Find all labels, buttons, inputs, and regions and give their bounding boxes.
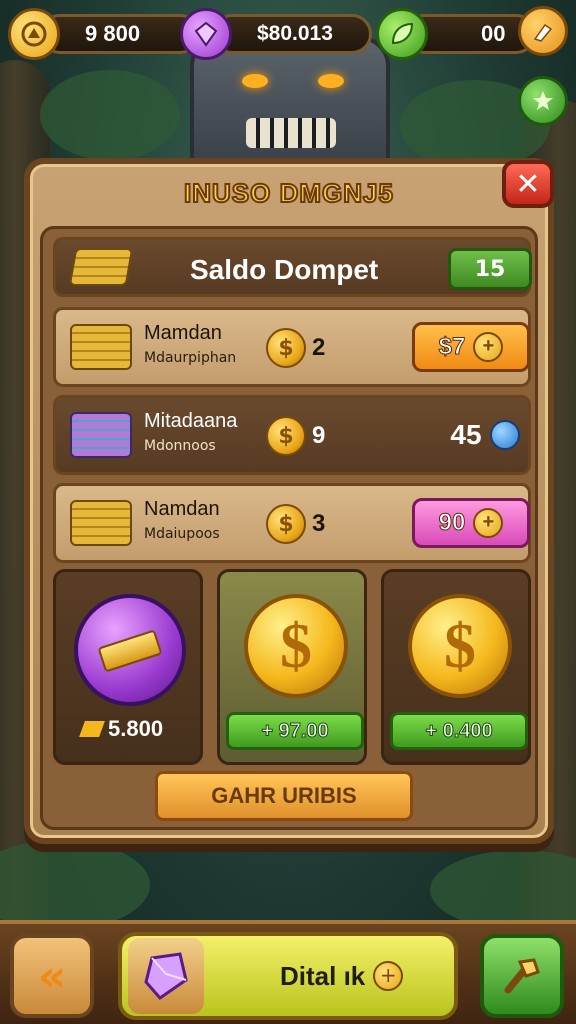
offer-amount: 5.800	[79, 716, 164, 742]
shop-item-row[interactable]: Mitadaana Mdonnoos $ 9 45	[53, 395, 531, 475]
back-button[interactable]: «	[10, 934, 94, 1018]
shop-panel: INUSO DMGNJ5 ✕ Saldo Dompet 15 Mamdan Md…	[24, 158, 554, 844]
hammer-icon[interactable]	[480, 934, 564, 1018]
panel-title: INUSO DMGNJ5	[183, 177, 394, 209]
purple-orb-icon	[74, 594, 186, 706]
footer-button[interactable]: GAHR URIBIS	[155, 771, 413, 821]
item-name: Mamdan	[144, 322, 222, 344]
cash-stack-icon	[70, 500, 132, 546]
buy-button[interactable]: 90 +	[412, 498, 530, 548]
offer-amount-text: 5.800	[108, 716, 164, 741]
item-subtitle: Mdaurpiphan	[144, 350, 237, 366]
balance-row: Saldo Dompet 15	[53, 237, 532, 297]
offer-buy-button[interactable]: + 97.00	[226, 712, 364, 750]
back-arrow-icon: «	[37, 950, 67, 1002]
item-name: Mitadaana	[144, 410, 238, 432]
item-quantity: 2	[312, 334, 326, 361]
buy-button[interactable]: 45	[440, 410, 530, 460]
blue-gem-icon	[489, 420, 520, 450]
leaf-icon[interactable]	[376, 8, 428, 60]
gold-bar-icon	[79, 721, 105, 737]
gold-amount: 9 800	[85, 21, 141, 46]
balance-value: 15	[448, 248, 532, 290]
buy-price: 45	[450, 419, 482, 450]
coin-icon: $	[266, 328, 306, 368]
purple-gem-icon[interactable]	[180, 8, 232, 60]
main-action-button[interactable]: Dital ık +	[118, 932, 458, 1020]
plus-coin-icon: +	[373, 961, 404, 991]
buy-price: 90	[438, 509, 466, 537]
shop-item-row[interactable]: Namdan Mdaiupoos $ 3 90 +	[53, 483, 531, 563]
gem-counter: $80.013	[212, 14, 372, 54]
coin-icon: $	[266, 504, 306, 544]
offer-card[interactable]: $ + 97.00	[217, 569, 367, 765]
main-action-label: Dital ık	[280, 960, 366, 991]
buy-price: $7	[438, 333, 466, 361]
coin-icon[interactable]	[8, 8, 60, 60]
bottom-bar: « Dital ık +	[0, 920, 576, 1024]
shop-item-row[interactable]: Mamdan Mdaurpiphan $ 2 $7 +	[53, 307, 531, 387]
buy-button[interactable]: $7 +	[412, 322, 530, 372]
close-button[interactable]: ✕	[502, 160, 554, 208]
item-quantity: 9	[312, 422, 326, 449]
gold-coin-icon: $	[244, 594, 348, 698]
gold-coin-icon: $	[408, 594, 512, 698]
offer-buy-button[interactable]: + 0.400	[390, 712, 528, 750]
item-name: Namdan	[144, 498, 220, 520]
leaf-amount: 00	[481, 21, 506, 46]
add-currency-button[interactable]	[518, 6, 568, 56]
star-bonus-button[interactable]	[518, 76, 568, 126]
gem-amount: $80.013	[257, 22, 333, 45]
item-subtitle: Mdaiupoos	[144, 526, 220, 542]
gem-stack-icon	[70, 412, 132, 458]
plus-coin-icon: +	[473, 508, 504, 538]
cash-stack-icon	[70, 324, 132, 370]
item-quantity: 3	[312, 510, 326, 537]
plus-coin-icon: +	[473, 332, 504, 362]
coin-icon: $	[266, 416, 306, 456]
crystal-icon	[128, 938, 204, 1014]
item-subtitle: Mdonnoos	[144, 438, 216, 454]
balance-label: Saldo Dompet	[190, 254, 379, 285]
offer-card[interactable]: $ + 0.400	[381, 569, 531, 765]
offer-card[interactable]: 5.800	[53, 569, 203, 765]
gold-counter: 9 800	[40, 14, 200, 54]
cash-stack-icon	[68, 248, 134, 286]
panel-content: Saldo Dompet 15 Mamdan Mdaurpiphan $ 2 $…	[40, 226, 538, 830]
